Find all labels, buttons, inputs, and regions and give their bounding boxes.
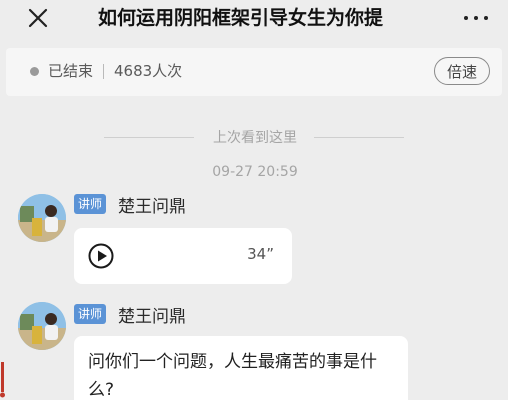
top-bar: 如何运用阴阳框架引导女生为你提: [0, 0, 508, 46]
message-header: 讲师 楚王问鼎: [74, 192, 187, 217]
divider-line: [314, 137, 404, 138]
more-dots-icon: [474, 16, 478, 20]
view-count: 4683人次: [114, 62, 183, 80]
live-status-bar: 已结束 4683人次 倍速: [6, 48, 502, 96]
more-button[interactable]: [458, 6, 494, 30]
avatar[interactable]: [18, 302, 66, 350]
speaker-name: 楚王问鼎: [118, 306, 187, 327]
text-message[interactable]: 问你们一个问题，人生最痛苦的事是什么?: [74, 336, 408, 400]
more-dots-icon: [484, 16, 488, 20]
message-header: 讲师 楚王问鼎: [74, 302, 187, 327]
status-dot-icon: [30, 67, 39, 76]
live-state: 已结束: [48, 62, 94, 80]
thermometer-icon: [0, 362, 5, 398]
last-read-divider: 上次看到这里: [0, 126, 508, 148]
divider-line: [104, 137, 194, 138]
message-timestamp: 09-27 20:59: [212, 164, 298, 180]
message-text: 问你们一个问题，人生最痛苦的事是什么?: [88, 352, 377, 400]
play-icon[interactable]: [88, 243, 114, 269]
page-title: 如何运用阴阳框架引导女生为你提: [98, 7, 384, 29]
avatar-photo-icon: [18, 194, 66, 242]
more-dots-icon: [464, 16, 468, 20]
avatar-photo-icon: [18, 302, 66, 350]
playback-speed-button[interactable]: 倍速: [434, 57, 490, 85]
status-divider: [103, 64, 104, 79]
last-read-label: 上次看到这里: [213, 130, 297, 146]
close-icon: [28, 8, 48, 28]
avatar[interactable]: [18, 194, 66, 242]
close-button[interactable]: [24, 4, 52, 32]
lecturer-badge: 讲师: [74, 304, 107, 324]
speaker-name: 楚王问鼎: [118, 196, 187, 217]
audio-duration: 34”: [247, 245, 274, 263]
audio-message[interactable]: 34”: [74, 228, 292, 284]
lecturer-badge: 讲师: [74, 194, 107, 214]
